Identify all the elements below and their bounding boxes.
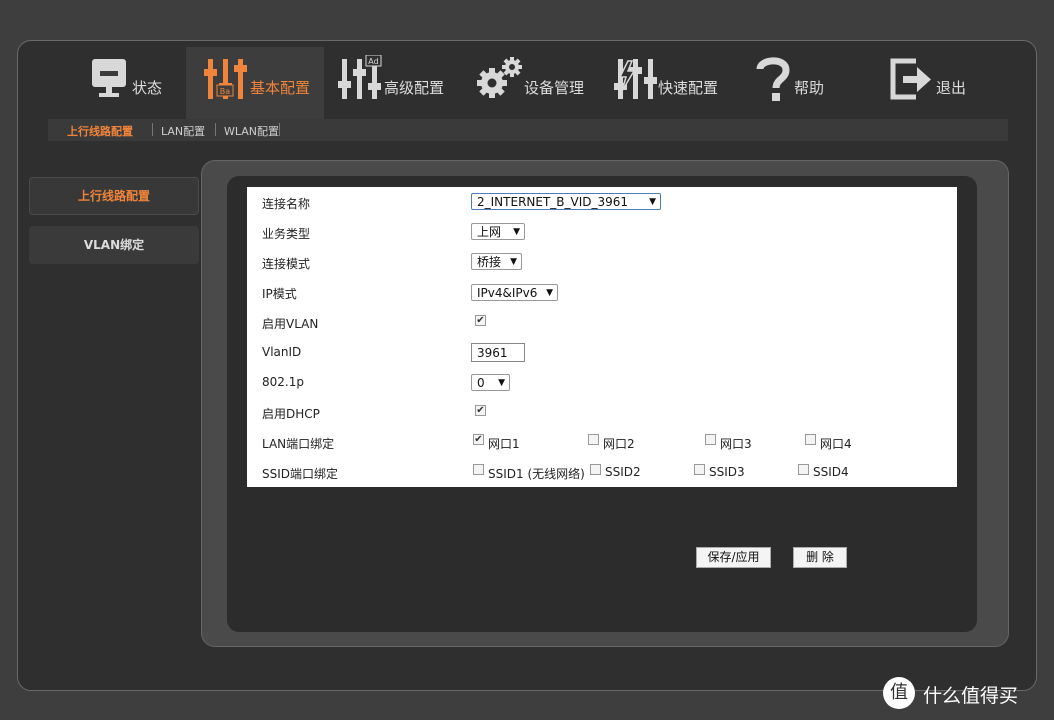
sliders-lightning-icon	[614, 55, 658, 107]
nav-device-management-label: 设备管理	[524, 79, 585, 97]
watermark-text: 什么值得买	[923, 685, 1019, 707]
nav-basic-config[interactable]: Ba 基本配置	[186, 47, 324, 119]
ssid-4-checkbox[interactable]	[798, 464, 809, 475]
lan-port-2-label: 网口2	[603, 437, 635, 451]
ip-mode-label: IP模式	[262, 287, 297, 301]
lan-port-4-checkbox[interactable]	[805, 434, 816, 445]
nav-advanced-config[interactable]: Ad 高级配置	[324, 47, 460, 119]
p8021-value: 0	[477, 376, 485, 390]
vlan-id-input[interactable]: 3961	[471, 343, 525, 362]
lan-port-1-label: 网口1	[488, 437, 520, 451]
connection-name-value: 2_INTERNET_B_VID_3961	[477, 195, 629, 209]
sub-tab-bar: 上行线路配置 LAN配置 WLAN配置	[48, 119, 1008, 141]
enable-vlan-label: 启用VLAN	[262, 317, 319, 331]
enable-vlan-checkbox[interactable]: ✔	[475, 315, 486, 326]
service-type-row: 业务类型 上网 ▼	[247, 217, 957, 247]
service-type-select[interactable]: 上网 ▼	[471, 223, 525, 240]
subtab-lan[interactable]: LAN配置	[161, 123, 205, 139]
subtab-wlan[interactable]: WLAN配置	[224, 123, 279, 139]
uplink-config-form: 连接名称 2_INTERNET_B_VID_3961 ▼ 业务类型 上网 ▼ 连…	[247, 187, 957, 487]
subtab-divider	[279, 123, 280, 136]
p8021-select[interactable]: 0 ▼	[471, 374, 510, 391]
connection-mode-label: 连接模式	[262, 257, 311, 271]
ssid-1-checkbox[interactable]	[473, 464, 484, 475]
nav-logout-label: 退出	[936, 79, 967, 97]
lan-port-3-label: 网口3	[720, 437, 752, 451]
svg-text:Ba: Ba	[220, 87, 230, 96]
service-type-value: 上网	[477, 225, 502, 239]
ssid-3-checkbox[interactable]	[694, 464, 705, 475]
svg-text:Ad: Ad	[368, 57, 378, 66]
chevron-down-icon: ▼	[513, 227, 520, 237]
logout-icon	[890, 55, 934, 107]
ssid-2-label: SSID2	[605, 465, 641, 479]
ssid-3-label: SSID3	[709, 465, 745, 479]
nav-advanced-config-label: 高级配置	[384, 79, 445, 97]
connection-name-row: 连接名称 2_INTERNET_B_VID_3961 ▼	[247, 187, 957, 217]
nav-quick-config[interactable]: 快速配置	[598, 47, 734, 119]
gears-icon	[474, 55, 524, 107]
connection-name-label: 连接名称	[262, 197, 311, 211]
enable-dhcp-row: 启用DHCP ✔	[247, 397, 957, 427]
ssid-1-label: SSID1 (无线网络)	[488, 467, 585, 481]
subtab-divider	[215, 123, 216, 136]
subtab-divider	[152, 123, 153, 136]
watermark-logo-icon: 值	[883, 677, 915, 709]
ssid-binding-row: SSID端口绑定 SSID1 (无线网络) SSID2 SSID3 SSID4	[247, 457, 957, 487]
lan-binding-row: LAN端口绑定 ✔ 网口1 网口2 网口3 网口4	[247, 427, 957, 457]
content-frame: 连接名称 2_INTERNET_B_VID_3961 ▼ 业务类型 上网 ▼ 连…	[201, 160, 1009, 647]
question-icon	[756, 55, 790, 109]
nav-logout[interactable]: 退出	[870, 47, 1006, 119]
connection-mode-value: 桥接	[477, 255, 502, 269]
sliders-basic-icon: Ba	[204, 55, 248, 107]
ssid-2-checkbox[interactable]	[590, 464, 601, 475]
connection-mode-row: 连接模式 桥接 ▼	[247, 247, 957, 277]
ssid-4-label: SSID4	[813, 465, 849, 479]
vlan-id-row: VlanID 3961	[247, 337, 957, 367]
save-apply-button[interactable]: 保存/应用	[696, 547, 771, 568]
enable-dhcp-checkbox[interactable]: ✔	[475, 405, 486, 416]
sidebar-item-vlan-binding[interactable]: VLAN绑定	[29, 226, 199, 264]
lan-port-1-checkbox[interactable]: ✔	[473, 434, 484, 445]
ip-mode-select[interactable]: IPv4&IPv6 ▼	[471, 284, 558, 301]
nav-device-management[interactable]: 设备管理	[460, 47, 598, 119]
nav-basic-config-label: 基本配置	[250, 79, 311, 97]
subtab-uplink[interactable]: 上行线路配置	[67, 123, 133, 139]
ip-mode-value: IPv4&IPv6	[477, 286, 538, 300]
sliders-advanced-icon: Ad	[338, 54, 382, 107]
lan-port-2-checkbox[interactable]	[588, 434, 599, 445]
top-navigation: 状态 Ba 基本配置 Ad 高级配置 设备管理 快速配置 帮助 退出	[48, 47, 1008, 119]
content-area: 连接名称 2_INTERNET_B_VID_3961 ▼ 业务类型 上网 ▼ 连…	[227, 176, 977, 632]
ip-mode-row: IP模式 IPv4&IPv6 ▼	[247, 277, 957, 307]
sidebar-item-uplink[interactable]: 上行线路配置	[29, 177, 199, 215]
vlan-id-label: VlanID	[262, 345, 302, 359]
chevron-down-icon: ▼	[510, 257, 517, 267]
lan-port-3-checkbox[interactable]	[705, 434, 716, 445]
p8021-row: 802.1p 0 ▼	[247, 367, 957, 397]
connection-mode-select[interactable]: 桥接 ▼	[471, 253, 522, 270]
service-type-label: 业务类型	[262, 227, 311, 241]
chevron-down-icon: ▼	[546, 288, 553, 298]
lan-port-4-label: 网口4	[820, 437, 852, 451]
delete-button[interactable]: 删 除	[793, 547, 847, 568]
connection-name-select[interactable]: 2_INTERNET_B_VID_3961 ▼	[471, 193, 661, 210]
enable-vlan-row: 启用VLAN ✔	[247, 307, 957, 337]
nav-quick-config-label: 快速配置	[658, 79, 719, 97]
lan-binding-label: LAN端口绑定	[262, 437, 335, 451]
ssid-binding-label: SSID端口绑定	[262, 467, 339, 481]
nav-status[interactable]: 状态	[68, 47, 188, 119]
p8021-label: 802.1p	[262, 375, 304, 389]
chevron-down-icon: ▼	[649, 197, 656, 207]
nav-status-label: 状态	[132, 79, 163, 97]
chevron-down-icon: ▼	[498, 378, 505, 388]
monitor-icon	[90, 55, 128, 107]
enable-dhcp-label: 启用DHCP	[262, 407, 320, 421]
nav-help[interactable]: 帮助	[734, 47, 870, 119]
nav-help-label: 帮助	[794, 79, 825, 97]
router-admin-window: 状态 Ba 基本配置 Ad 高级配置 设备管理 快速配置 帮助 退出 上行线路配…	[17, 40, 1037, 691]
